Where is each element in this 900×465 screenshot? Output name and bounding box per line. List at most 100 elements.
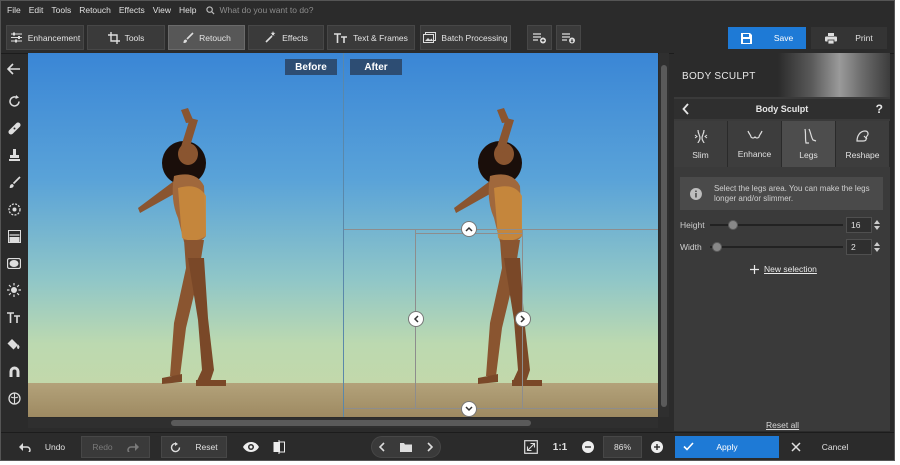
- tab-text-frames[interactable]: Text & Frames: [327, 25, 415, 50]
- legs-icon: [803, 128, 816, 144]
- split-divider[interactable]: [343, 53, 344, 417]
- width-spinner[interactable]: [872, 239, 882, 255]
- reset-button[interactable]: Reset: [161, 436, 227, 458]
- fill-tool[interactable]: [5, 335, 23, 353]
- body-tool[interactable]: [5, 389, 23, 407]
- reset-all-link[interactable]: Reset all: [766, 420, 799, 430]
- chevron-left-icon[interactable]: [682, 103, 690, 115]
- brush-icon: [183, 31, 194, 43]
- preview-toggle-button[interactable]: [239, 436, 263, 458]
- menu-retouch[interactable]: Retouch: [79, 5, 111, 15]
- undo-label: Undo: [44, 442, 66, 452]
- panel-header-image: [778, 53, 890, 97]
- mode-legs[interactable]: Legs: [782, 121, 836, 167]
- apply-button[interactable]: Apply: [675, 436, 779, 458]
- person-after: [454, 108, 542, 386]
- add-layer-button[interactable]: [527, 25, 552, 50]
- actual-size-button[interactable]: 1:1: [549, 436, 571, 458]
- height-slider-row: Height 16: [680, 217, 883, 233]
- vertical-scroll-thumb[interactable]: [661, 65, 667, 407]
- close-icon: [791, 442, 801, 452]
- rotate-tool[interactable]: [5, 92, 23, 110]
- zoom-out-button[interactable]: [579, 436, 597, 458]
- tab-effects[interactable]: Effects: [248, 25, 324, 50]
- text-tool[interactable]: [5, 308, 23, 326]
- before-label: Before: [285, 59, 337, 75]
- tab-tools-label: Tools: [124, 32, 145, 43]
- tab-tools[interactable]: Tools: [87, 25, 165, 50]
- width-value-input[interactable]: 2: [846, 239, 872, 255]
- zoom-in-button[interactable]: [648, 436, 666, 458]
- search-icon: [206, 5, 215, 15]
- mode-legs-label: Legs: [799, 150, 818, 160]
- menu-effects[interactable]: Effects: [119, 5, 145, 15]
- spin-up-icon[interactable]: [874, 242, 880, 246]
- text-icon: [7, 311, 20, 323]
- height-handle-bottom[interactable]: [461, 401, 477, 417]
- height-spinner[interactable]: [872, 217, 882, 233]
- back-arrow-tool[interactable]: [5, 60, 23, 78]
- chevron-left-icon[interactable]: [379, 442, 385, 452]
- height-value-input[interactable]: 16: [846, 217, 872, 233]
- height-handle-top[interactable]: [461, 221, 477, 237]
- photo-canvas[interactable]: Before After: [28, 53, 658, 417]
- download-layer-button[interactable]: [556, 25, 581, 50]
- width-slider-track[interactable]: [710, 246, 843, 248]
- menu-tools[interactable]: Tools: [51, 5, 71, 15]
- spin-down-icon[interactable]: [874, 248, 880, 252]
- folder-icon[interactable]: [399, 442, 412, 452]
- horizontal-scrollbar[interactable]: [28, 418, 658, 428]
- bottom-bar: Undo Redo Reset 1:1 86% Apply Cancel: [1, 432, 894, 460]
- width-slider-row: Width 2: [680, 239, 883, 255]
- tab-retouch[interactable]: Retouch: [168, 25, 245, 50]
- radial-tool[interactable]: [5, 200, 23, 218]
- help-icon[interactable]: ?: [876, 102, 883, 116]
- zoom-level[interactable]: 86%: [603, 436, 642, 458]
- light-tool[interactable]: [5, 281, 23, 299]
- redo-label: Redo: [92, 442, 113, 452]
- menu-view[interactable]: View: [153, 5, 171, 15]
- horizontal-scroll-thumb[interactable]: [171, 420, 531, 426]
- vignette-tool[interactable]: [5, 254, 23, 272]
- width-handle-left[interactable]: [408, 311, 424, 327]
- plus-circle-icon: [651, 441, 663, 453]
- clone-stamp-tool[interactable]: [5, 146, 23, 164]
- compare-button[interactable]: [267, 436, 291, 458]
- left-toolbar: [1, 55, 27, 431]
- gradient-tool[interactable]: [5, 227, 23, 245]
- search-field[interactable]: What do you want to do?: [206, 5, 314, 15]
- redo-button[interactable]: Redo: [81, 436, 150, 458]
- menu-file[interactable]: File: [7, 5, 21, 15]
- menu-edit[interactable]: Edit: [29, 5, 44, 15]
- print-label: Print: [855, 33, 873, 43]
- selection-line-bottom: [344, 408, 658, 409]
- image-stack-icon: [423, 32, 437, 43]
- vertical-scrollbar[interactable]: [659, 53, 669, 417]
- print-button[interactable]: Print: [811, 27, 887, 49]
- brush-tool[interactable]: [5, 173, 23, 191]
- cancel-button[interactable]: Cancel: [783, 436, 887, 458]
- menu-help[interactable]: Help: [179, 5, 196, 15]
- chevron-right-icon[interactable]: [427, 442, 433, 452]
- spin-up-icon[interactable]: [874, 220, 880, 224]
- magnet-tool[interactable]: [5, 362, 23, 380]
- mode-enhance[interactable]: Enhance: [728, 121, 782, 167]
- save-button[interactable]: Save: [728, 27, 806, 49]
- healing-tool[interactable]: [5, 119, 23, 137]
- width-handle-right[interactable]: [515, 311, 531, 327]
- printer-icon: [825, 32, 838, 44]
- width-slider-knob[interactable]: [712, 242, 722, 252]
- new-selection-link[interactable]: New selection: [750, 264, 817, 274]
- bandage-icon: [7, 121, 21, 135]
- batch-processing-button[interactable]: Batch Processing: [420, 25, 511, 50]
- undo-button[interactable]: Undo: [7, 436, 77, 458]
- tab-enhancement[interactable]: Enhancement: [6, 25, 84, 50]
- brush-icon: [9, 175, 21, 188]
- fit-to-screen-button[interactable]: [519, 436, 543, 458]
- mode-reshape[interactable]: Reshape: [836, 121, 890, 167]
- height-slider-knob[interactable]: [728, 220, 738, 230]
- list-add-icon: [532, 32, 546, 43]
- spin-down-icon[interactable]: [874, 226, 880, 230]
- mode-slim[interactable]: Slim: [674, 121, 728, 167]
- height-label: Height: [680, 220, 705, 230]
